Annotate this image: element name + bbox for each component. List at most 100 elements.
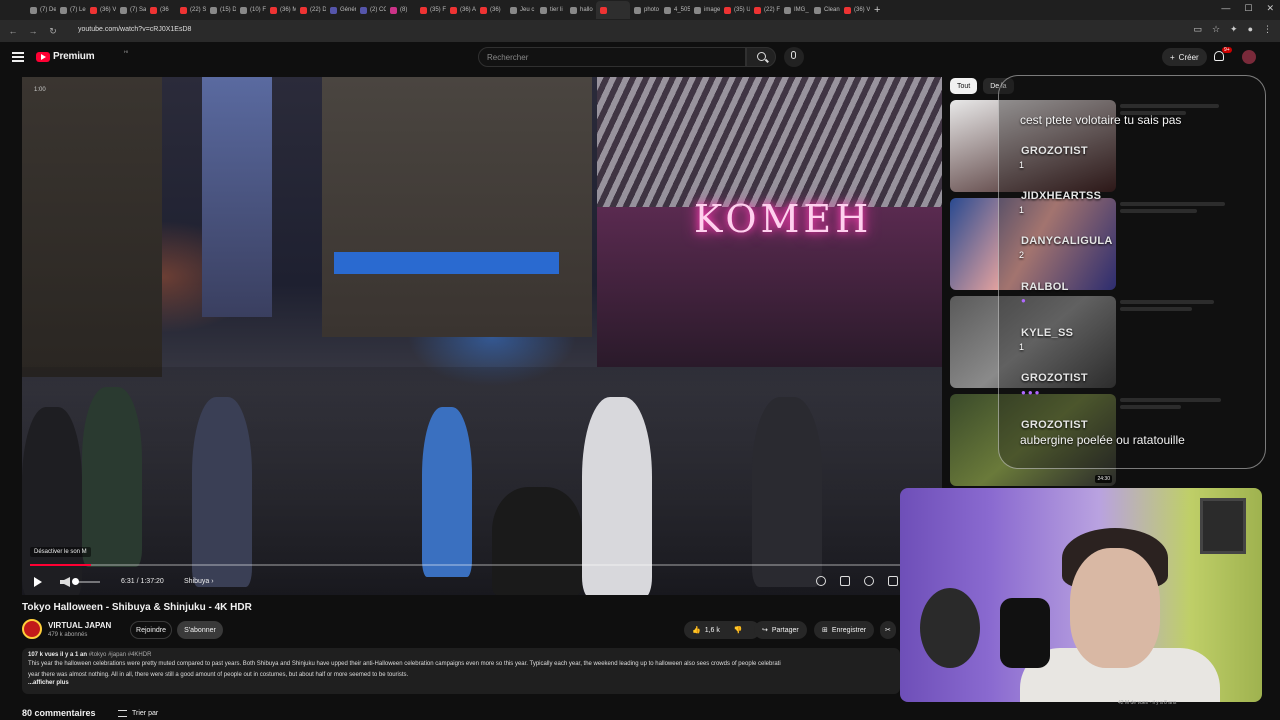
description-tags[interactable]: #tokyo #japan #4KHDR [89, 652, 152, 658]
browser-tab[interactable] [596, 1, 630, 19]
browser-tab[interactable]: (7) De [26, 1, 56, 19]
browser-tab[interactable]: Clean [810, 1, 840, 19]
browser-tab[interactable]: (15) D [206, 1, 236, 19]
show-more-link[interactable]: ...afficher plus [28, 680, 894, 686]
extension-icon[interactable]: ✦ [1230, 24, 1238, 35]
browser-tab[interactable]: tier li [536, 1, 566, 19]
browser-tab[interactable]: (36) V [86, 1, 116, 19]
scene-person [422, 407, 472, 577]
back-icon[interactable]: ← [6, 24, 20, 38]
browser-tab[interactable]: (35) F [416, 1, 446, 19]
share-button[interactable]: ↪ Partager [754, 621, 807, 639]
tab-favicon-icon [450, 6, 457, 14]
subtitles-icon[interactable] [840, 576, 850, 586]
tab-favicon-icon [210, 6, 217, 14]
channel-name[interactable]: VIRTUAL JAPAN [48, 621, 111, 630]
headphones [920, 588, 980, 668]
tab-favicon-icon [30, 6, 37, 14]
search-placeholder: Rechercher [487, 53, 529, 62]
browser-tab[interactable]: (35) U [720, 1, 750, 19]
tab-favicon-icon [60, 6, 67, 14]
tab-label: IMG_ [794, 7, 809, 13]
cast-icon[interactable]: ▭ [1193, 24, 1202, 35]
dislike-thumb-icon[interactable]: 👎 [734, 626, 743, 634]
tab-favicon-icon [724, 6, 731, 14]
video-player[interactable]: KOMEH 1:00 Désactiver le son M 6:31 / 1:… [22, 77, 942, 595]
forward-icon[interactable]: → [26, 24, 40, 38]
browser-tab[interactable]: IMG_ [780, 1, 810, 19]
browser-tab[interactable]: hallo [566, 1, 596, 19]
like-count[interactable]: 1,6 k [705, 627, 720, 634]
description-line: This year the halloween celebrations wer… [28, 661, 781, 667]
progress-bar[interactable] [30, 564, 934, 566]
chat-message: cest ptete volotaire tu sais pas [1020, 113, 1182, 127]
browser-tab[interactable]: (36) A [446, 1, 476, 19]
browser-tab[interactable]: (7) Le [56, 1, 86, 19]
close-window-icon[interactable]: ✕ [1266, 3, 1274, 14]
maximize-icon[interactable]: ☐ [1244, 3, 1252, 14]
browser-tab[interactable]: (22) Fr [750, 1, 780, 19]
reload-icon[interactable]: ↻ [46, 24, 60, 38]
browser-tab[interactable]: (22) S [176, 1, 206, 19]
browser-tab[interactable]: (36) [476, 1, 506, 19]
tab-label: (7) De [40, 7, 56, 13]
profile-icon[interactable]: ● [1248, 24, 1253, 35]
browser-tab[interactable]: 4_505 [660, 1, 690, 19]
browser-tab[interactable]: (2) CO [356, 1, 386, 19]
volume-icon[interactable] [60, 577, 70, 587]
join-button[interactable]: Rejoindre [130, 621, 172, 639]
tab-label: photo [644, 7, 660, 13]
description-line: year there was almost nothing. All in al… [28, 672, 409, 678]
minimize-icon[interactable]: — [1221, 3, 1230, 14]
share-label: Partager [771, 626, 799, 634]
browser-tab[interactable]: photo [630, 1, 660, 19]
new-tab-icon[interactable]: + [874, 4, 880, 16]
tab-favicon-icon [664, 6, 671, 14]
save-button[interactable]: ⊞ Enregistrer [814, 621, 875, 639]
logo-region: HI [124, 49, 128, 54]
browser-tab[interactable]: (7) Sal [116, 1, 146, 19]
browser-tab[interactable]: image [690, 1, 720, 19]
browser-tab[interactable]: Jeu c [506, 1, 536, 19]
voice-search-button[interactable] [784, 47, 804, 67]
browser-tab[interactable]: (10) F [236, 1, 266, 19]
subscribe-button[interactable]: S'abonner [177, 621, 223, 639]
chip-all[interactable]: Tout [950, 78, 978, 94]
description-box[interactable]: 107 k vues il y a 1 an #tokyo #japan #4K… [22, 648, 900, 694]
browser-tab[interactable]: Généré [326, 1, 356, 19]
search-button[interactable] [746, 47, 776, 67]
account-avatar[interactable] [1242, 50, 1256, 64]
create-button[interactable]: + Créer [1162, 48, 1207, 66]
tab-label: (2) CO [370, 7, 386, 13]
url-field[interactable]: youtube.com/watch?v=cRJ0X1EsD8 [78, 26, 191, 33]
play-icon[interactable] [34, 577, 42, 587]
like-thumb-icon[interactable]: 👍 [692, 626, 701, 634]
like-dislike-group: 👍 1,6 k 👎 [684, 621, 760, 639]
menu-hamburger-icon[interactable] [12, 52, 24, 62]
browser-tab[interactable]: (22) Di [296, 1, 326, 19]
channel-avatar[interactable] [22, 619, 42, 639]
chat-username: RALBOL [1021, 281, 1069, 293]
browser-tab[interactable]: (36) M [266, 1, 296, 19]
tab-label: (35) U [734, 7, 750, 13]
volume-knob[interactable] [72, 578, 79, 585]
create-label: Créer [1178, 52, 1199, 62]
tab-label: (15) D [220, 7, 236, 13]
browser-tab[interactable]: (8) [386, 1, 416, 19]
bookmark-star-icon[interactable]: ☆ [1212, 24, 1220, 35]
browser-tab[interactable]: (36 [146, 1, 176, 19]
tab-favicon-icon [270, 6, 277, 14]
youtube-premium-logo[interactable]: Premium HI [36, 49, 128, 62]
save-icon: ⊞ [822, 627, 828, 634]
streamer-face [1070, 548, 1160, 668]
menu-dots-icon[interactable]: ⋮ [1263, 24, 1272, 35]
browser-tab[interactable]: (36) V [840, 1, 870, 19]
sort-button[interactable]: Trier par [118, 710, 158, 717]
miniplayer-icon[interactable] [888, 576, 898, 586]
chapter-label[interactable]: Shibuya › [184, 578, 214, 585]
clip-button[interactable]: ✂ [880, 621, 896, 639]
autoplay-icon[interactable] [816, 576, 826, 586]
video-title: Tokyo Halloween - Shibuya & Shinjuku - 4… [22, 602, 252, 613]
search-input[interactable]: Rechercher [478, 47, 746, 67]
settings-gear-icon[interactable] [864, 576, 874, 586]
